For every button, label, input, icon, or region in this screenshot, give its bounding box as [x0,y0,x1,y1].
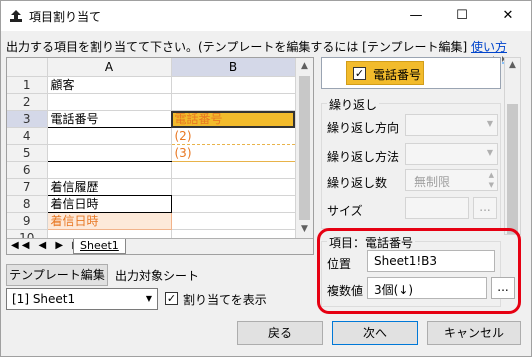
cell-a6[interactable] [47,161,172,179]
show-assign-label: 割り当てを表示 [183,293,267,307]
repeat-direction-select[interactable]: ▼ [405,114,498,136]
close-button[interactable]: ✕ [485,1,531,31]
show-assign-checkbox[interactable]: ✓ [165,292,178,305]
repeat-count-value: 無制限 [414,175,451,189]
spreadsheet-preview[interactable]: A B 1 顧客 2 3 電話番号 電話番号 4 (2) 5 (3) 6 7 着信履歴 8着… [6,57,314,255]
cell-b7[interactable] [171,178,296,196]
row-header[interactable]: 5 [7,144,48,162]
row-header[interactable]: 8 [7,195,48,213]
back-button[interactable]: 戻る [237,321,323,345]
chevron-down-icon[interactable]: ▼ [141,289,157,309]
cell-a5[interactable] [47,144,172,162]
chevron-down-icon: ▼ [486,148,493,157]
repeat-method-label: 繰り返し方法 [327,150,400,164]
row-header[interactable]: 7 [7,178,48,196]
cell-b3[interactable]: 電話番号 [171,110,296,128]
field-chip[interactable]: ✓ 電話番号 [346,61,424,85]
field-chip-checkbox[interactable]: ✓ [353,67,366,80]
cell-a9[interactable]: 着信日時 [46,212,172,230]
cell-a7[interactable]: 着信履歴 [47,178,172,196]
target-sheet-select[interactable]: [1] Sheet1 ▼ [6,288,158,310]
row-header[interactable]: 1 [7,76,48,94]
target-sheet-label: 出力対象シート [115,269,200,283]
size-ellipsis-button[interactable]: ... [473,197,497,219]
window-title: 項目割り当て [29,10,102,24]
row-header[interactable]: 4 [7,127,48,145]
target-sheet-value: [1] Sheet1 [12,292,76,306]
size-input[interactable] [405,197,469,219]
how-to-link[interactable]: 使い方 [471,40,507,54]
cell-a3[interactable]: 電話番号 [47,110,172,128]
column-header-b[interactable]: B [171,58,296,77]
cell-a4[interactable] [46,127,172,145]
field-chip-label: 電話番号 [373,68,422,82]
cell-b1[interactable] [171,76,296,94]
cell-b5[interactable]: (3) [170,144,296,162]
cell-a2[interactable] [47,93,172,111]
cell-a1[interactable]: 顧客 [47,76,172,94]
title-bar: 項目割り当て — ☐ ✕ [1,1,531,31]
repeat-count-label: 繰り返し数 [327,176,388,190]
spinner-icon[interactable]: ▲ ▼ [489,170,494,190]
repeat-count-input[interactable]: 無制限 ▲ ▼ [405,169,498,191]
scroll-thumb[interactable] [507,104,518,234]
cancel-button[interactable]: キャンセル [427,321,521,345]
cell-b6[interactable] [171,161,296,179]
chevron-down-icon: ▼ [486,119,493,128]
cell-a8[interactable]: 着信日時 [46,195,172,213]
template-edit-button[interactable]: テンプレート編集 [6,264,108,286]
next-button[interactable]: 次へ [332,321,418,345]
corner-header[interactable] [7,58,48,77]
scroll-down-icon[interactable]: ▼ [296,221,313,238]
scroll-up-icon[interactable]: ▲ [296,58,313,75]
repeat-method-select[interactable]: ▼ [405,143,498,165]
highlight-frame [317,228,521,314]
minimize-button[interactable]: — [393,1,439,31]
cell-b2[interactable] [171,93,296,111]
column-header-a[interactable]: A [47,58,172,77]
row-header[interactable]: 3 [7,110,48,128]
sheet-tab-sheet1[interactable]: Sheet1 [73,239,126,254]
cell-b4[interactable]: (2) [170,127,296,145]
selected-field-box[interactable]: ✓ 電話番号 [321,57,501,89]
cell-b8[interactable] [171,195,296,213]
upload-icon [10,10,22,22]
right-panel-scrollbar[interactable]: ▲ [504,57,521,235]
scroll-up-icon[interactable]: ▲ [505,58,520,73]
scroll-thumb[interactable] [299,76,310,220]
instruction-label: 出力する項目を割り当てて下さい。(テンプレートを編集するには [テンプレート編集… [6,40,468,54]
sheet-vertical-scrollbar[interactable]: ▲ ▼ [295,58,313,238]
maximize-button[interactable]: ☐ [439,1,485,31]
row-header[interactable]: 9 [7,212,48,230]
row-header[interactable]: 2 [7,93,48,111]
row-header[interactable]: 6 [7,161,48,179]
instruction-text: 出力する項目を割り当てて下さい。(テンプレートを編集するには [テンプレート編集… [6,38,507,55]
assign-items-window: 項目割り当て — ☐ ✕ 出力する項目を割り当てて下さい。(テンプレートを編集す… [0,0,532,357]
spreadsheet-grid[interactable]: A B 1 顧客 2 3 電話番号 電話番号 4 (2) 5 (3) 6 7 着信履歴 8着… [7,58,296,247]
sheet-tabs-bar: ◀◀ ◀ ▶ ▶▶ Sheet1 [7,238,313,254]
repeat-direction-label: 繰り返し方向 [327,121,400,135]
size-label: サイズ [327,204,363,218]
repeat-group-title: 繰り返し [327,96,380,113]
cell-b9[interactable] [171,212,296,230]
